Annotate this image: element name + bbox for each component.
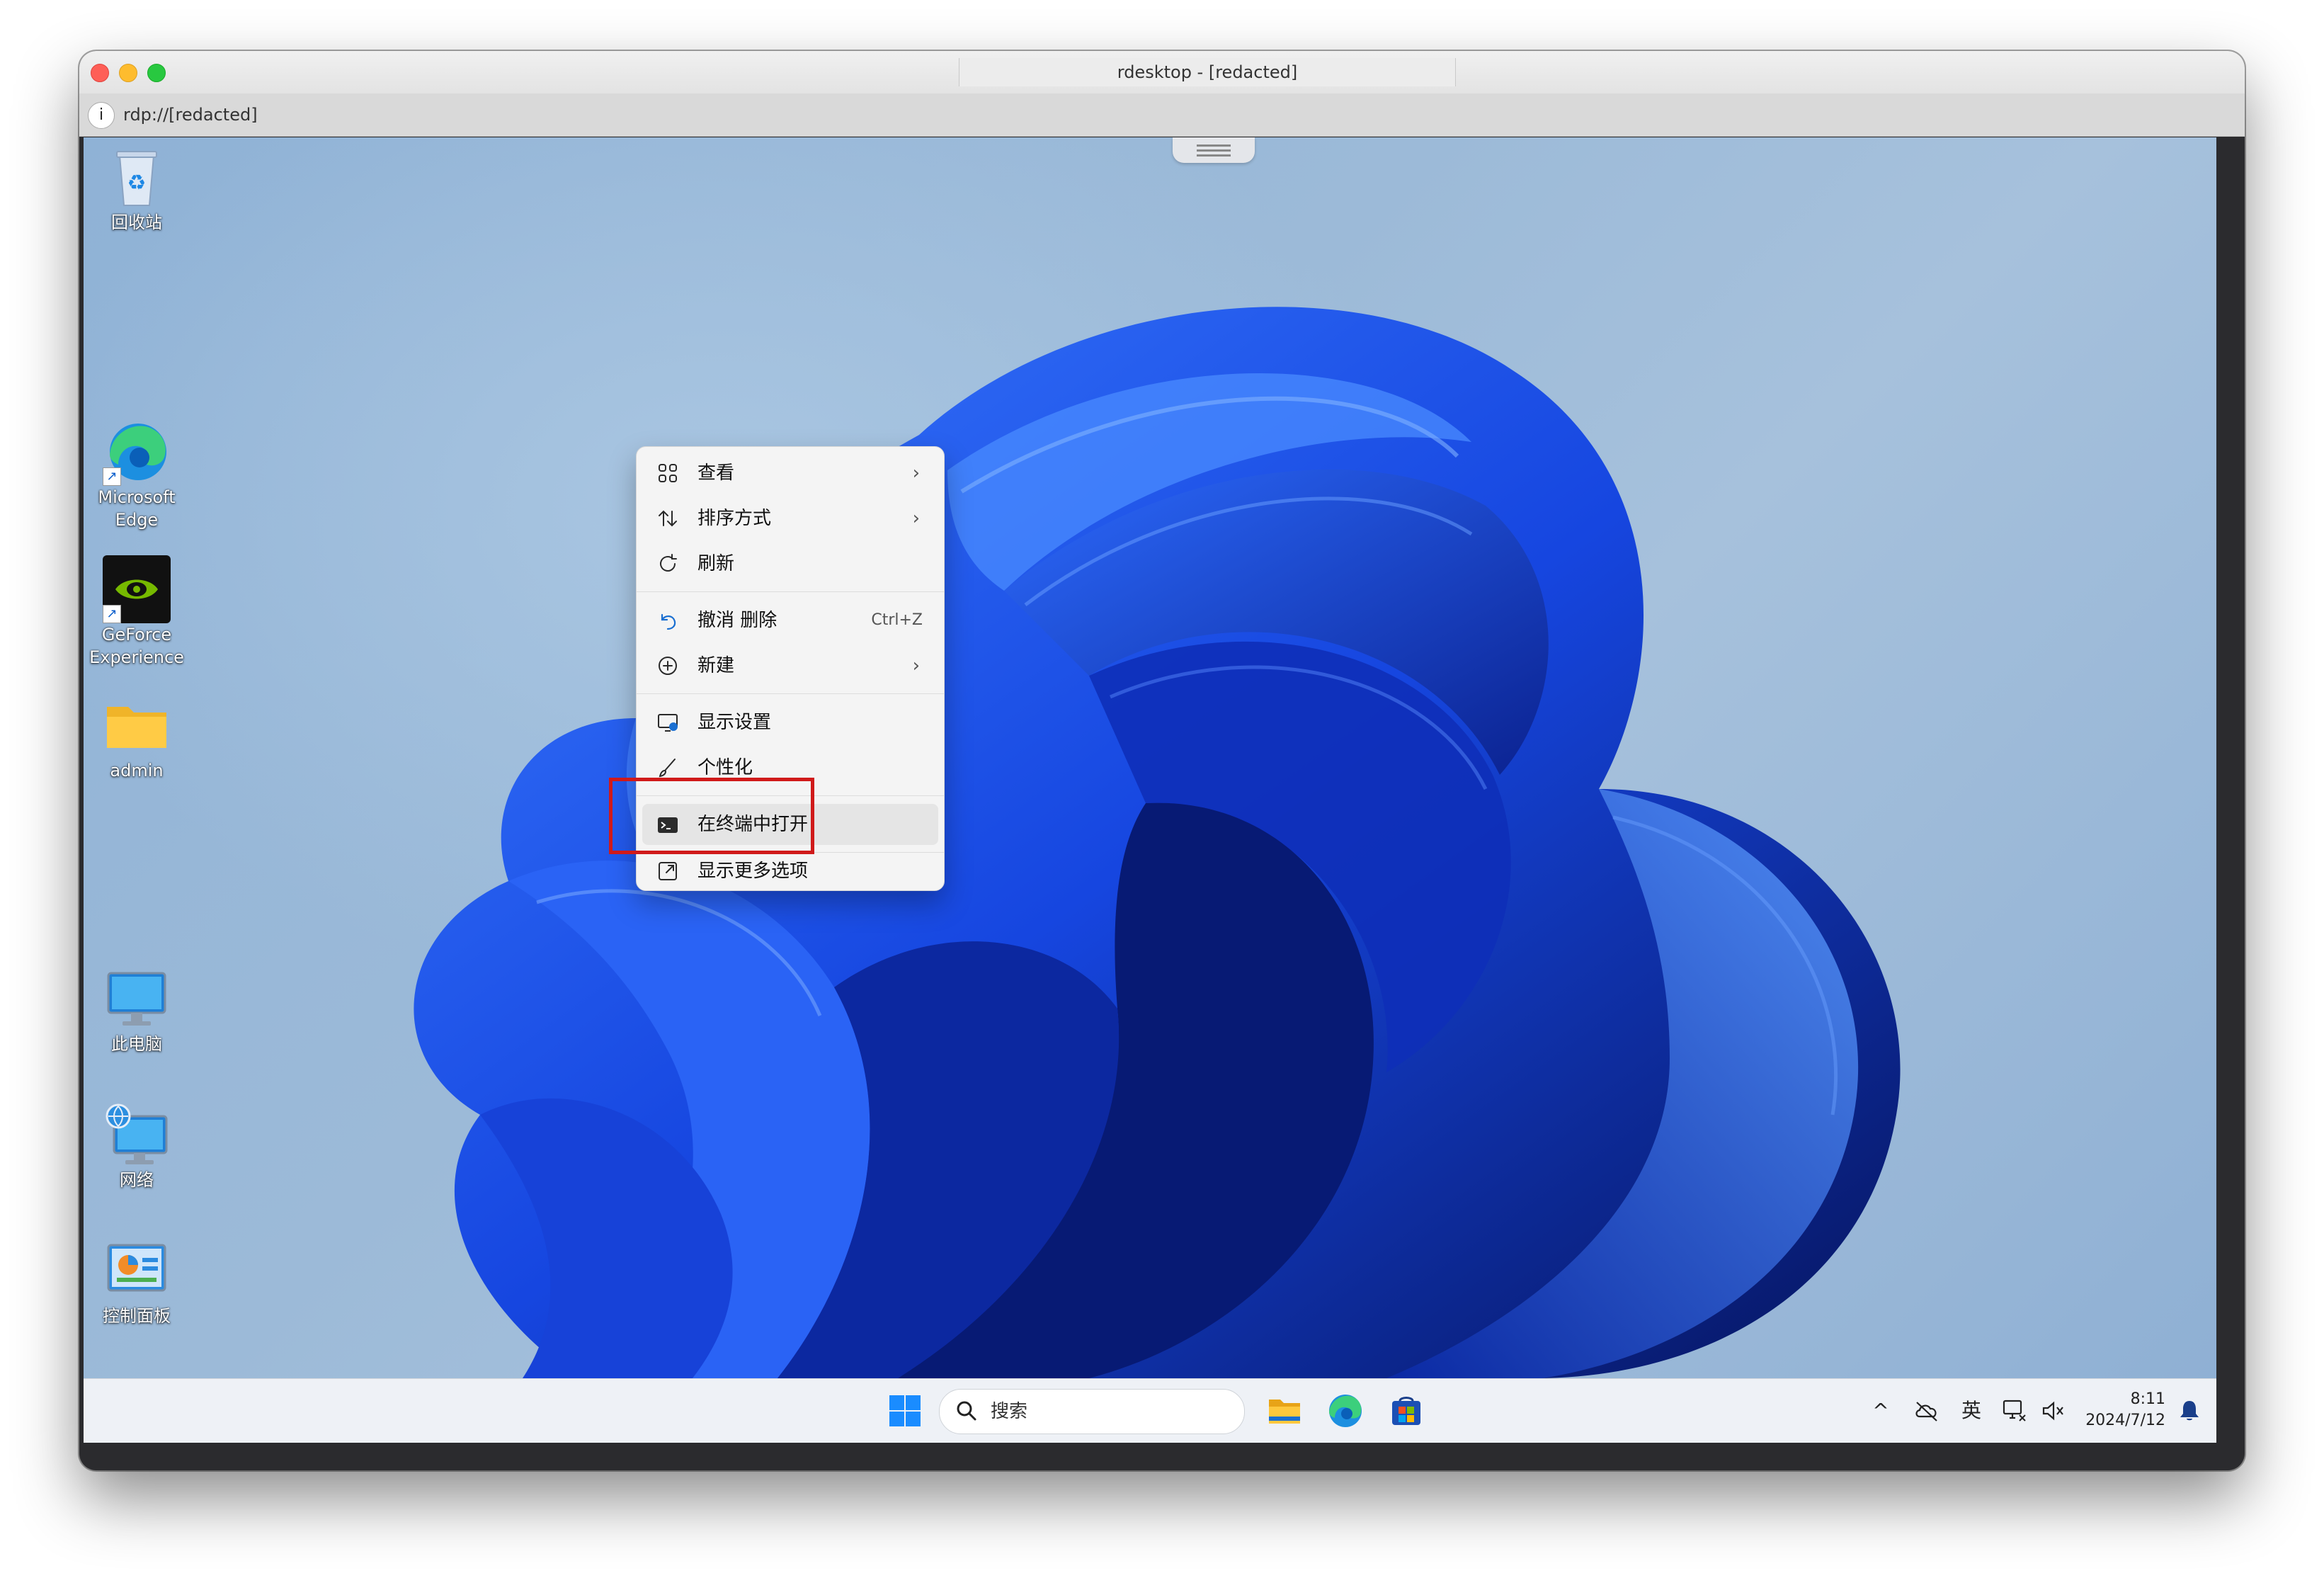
info-icon[interactable]: i (88, 102, 115, 129)
edge-icon[interactable] (1327, 1392, 1364, 1429)
desktop-icon-this-pc[interactable]: 此电脑 (87, 965, 186, 1055)
menu-separator (637, 591, 944, 592)
geforce-experience-icon: ↗ (103, 555, 171, 623)
monitor-icon (103, 965, 171, 1033)
close-window-button[interactable] (91, 64, 109, 82)
edge-icon: ↗ (103, 418, 171, 486)
file-explorer-icon[interactable] (1266, 1392, 1303, 1429)
chevron-right-icon: › (912, 655, 920, 676)
system-clock[interactable]: 8:11 2024/7/12 (2080, 1389, 2165, 1431)
remote-toolbar-handle[interactable] (1173, 137, 1255, 163)
chevron-right-icon: › (912, 462, 920, 484)
edge-label-line1: Microsoft (98, 487, 176, 507)
folder-icon (103, 691, 171, 759)
menu-item-show-more-options[interactable]: 显示更多选项 (642, 853, 938, 889)
taskbar-search-box[interactable]: 搜索 (939, 1389, 1245, 1434)
personalize-brush-icon (656, 756, 679, 779)
menu-item-label: 新建 (697, 655, 735, 676)
desktop-icon-control-panel[interactable]: 控制面板 (87, 1237, 186, 1327)
menu-item-label: 撤消 删除 (697, 610, 777, 631)
start-icon[interactable] (887, 1392, 923, 1429)
bloom-wallpaper (414, 307, 1901, 1378)
search-icon (955, 1400, 978, 1422)
recycle-bin-icon: ♻ (103, 143, 171, 211)
annotation-highlight-box (609, 778, 814, 854)
menu-item-display-settings[interactable]: 显示设置 (642, 702, 938, 743)
microsoft-store-icon[interactable] (1388, 1392, 1425, 1429)
clock-time: 8:11 (2130, 1390, 2165, 1408)
clock-date: 2024/7/12 (2085, 1412, 2165, 1429)
this-pc-label: 此电脑 (111, 1034, 162, 1054)
window-title: rdesktop - [redacted] (959, 58, 1456, 86)
menu-item-refresh[interactable]: 刷新 (642, 543, 938, 584)
desktop-icon-geforce[interactable]: ↗ GeForce Experience (87, 555, 186, 669)
remote-desktop-window: rdesktop - [redacted] i rdp://[redacted] (79, 51, 2245, 1470)
minimize-window-button[interactable] (119, 64, 137, 82)
control-panel-label: 控制面板 (103, 1306, 171, 1326)
svg-text:♻: ♻ (127, 171, 147, 195)
desktop-icon-admin[interactable]: admin (87, 691, 186, 782)
menu-item-label: 查看 (697, 462, 735, 484)
network-status-icon[interactable] (2000, 1393, 2028, 1429)
admin-folder-label: admin (110, 761, 164, 781)
chevron-up-icon[interactable]: ^ (1867, 1393, 1895, 1429)
menu-item-view[interactable]: 查看 › (642, 453, 938, 494)
chevron-right-icon: › (912, 508, 920, 529)
geforce-label-line1: GeForce (101, 625, 172, 645)
menu-item-undo-delete[interactable]: 撤消 删除 Ctrl+Z (642, 600, 938, 641)
desktop-icon-network[interactable]: 网络 (87, 1101, 186, 1191)
refresh-icon (656, 552, 679, 575)
shortcut-hint: Ctrl+Z (871, 611, 923, 629)
desktop-icon-recycle-bin[interactable]: ♻ 回收站 (87, 143, 186, 234)
window-titlebar[interactable]: rdesktop - [redacted] (79, 51, 2245, 94)
network-globe-icon (103, 1101, 171, 1169)
connection-address: rdp://[redacted] (123, 105, 258, 125)
zoom-window-button[interactable] (147, 64, 166, 82)
sort-icon (656, 507, 679, 530)
volume-muted-icon[interactable] (2039, 1393, 2068, 1429)
edge-label-line2: Edge (115, 510, 159, 530)
shortcut-arrow-icon: ↗ (103, 605, 121, 623)
connection-bar: i rdp://[redacted] (79, 93, 2245, 137)
menu-item-label: 排序方式 (697, 508, 772, 529)
control-panel-icon (103, 1237, 171, 1305)
windows-desktop[interactable]: ♻ 回收站 ↗ Microsoft Edge ↗ GeForce Experie… (84, 137, 2216, 1378)
grid-view-icon (656, 462, 679, 484)
notification-bell-icon[interactable] (2175, 1393, 2204, 1429)
onedrive-offline-icon[interactable] (1910, 1393, 1943, 1429)
menu-item-label: 显示更多选项 (697, 861, 809, 882)
more-options-icon (656, 860, 679, 882)
menu-separator (637, 693, 944, 694)
undo-icon (656, 609, 679, 632)
geforce-label-line2: Experience (89, 647, 184, 667)
search-placeholder: 搜索 (991, 1401, 1028, 1422)
windows-taskbar: 搜索 ^ 英 8:11 2024/7/12 (84, 1378, 2216, 1443)
shortcut-arrow-icon: ↗ (103, 467, 121, 486)
new-plus-icon (656, 654, 679, 677)
ime-language-indicator[interactable]: 英 (1956, 1393, 1987, 1429)
network-label: 网络 (120, 1170, 154, 1190)
display-settings-icon (656, 711, 679, 734)
menu-item-sort[interactable]: 排序方式 › (642, 498, 938, 539)
recycle-bin-label: 回收站 (111, 212, 162, 232)
menu-item-label: 显示设置 (697, 712, 772, 733)
menu-item-new[interactable]: 新建 › (642, 645, 938, 686)
menu-item-label: 刷新 (697, 553, 735, 574)
desktop-icon-edge[interactable]: ↗ Microsoft Edge (87, 418, 186, 531)
